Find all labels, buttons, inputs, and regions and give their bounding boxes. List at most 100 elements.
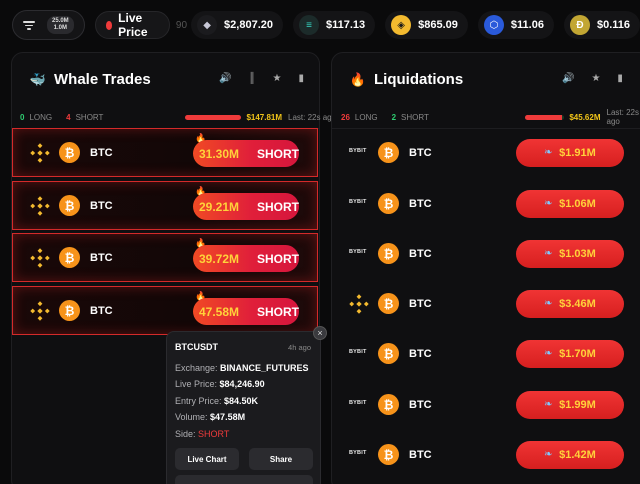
trade-size-badge[interactable]: 29.21M SHORT — [193, 193, 299, 220]
liq-amount-badge[interactable]: ❧ $1.99M — [516, 391, 624, 419]
trade-side: SHORT — [257, 199, 299, 214]
panel-title: Liquidations — [374, 71, 464, 88]
liquidation-row[interactable]: BYBIT ₿ BTC ❧ $1.42M — [332, 430, 640, 480]
popup-side-line: Side: SHORT — [175, 429, 229, 439]
ticker-sol[interactable]: ≡ $117.13 — [292, 11, 376, 39]
liquidation-row[interactable]: BYBIT ₿ BTC ❧ $1.91M — [332, 128, 640, 178]
bars-thin-icon[interactable]: ║ — [248, 73, 255, 84]
exchange-name: BYBIT — [349, 349, 367, 355]
liquidation-row[interactable]: BYBIT ₿ BTC ❧ $1.06M — [332, 179, 640, 229]
whale-trade-row[interactable]: ₿ BTC 🔥 29.21M SHORT — [12, 181, 318, 230]
trade-side: SHORT — [257, 251, 299, 266]
panel-toolbar: 🔊 ║ ★ ▮ — [219, 73, 304, 84]
liq-amount-badge[interactable]: ❧ $1.03M — [516, 240, 624, 268]
sound-icon[interactable]: 🔊 — [219, 73, 231, 84]
ticker-price: $865.09 — [418, 19, 458, 31]
liquidation-row[interactable]: BYBIT ₿ BTC ❧ $1.03M — [332, 229, 640, 279]
splash-icon: ❧ — [544, 248, 553, 259]
bitcoin-icon: ₿ — [378, 343, 399, 364]
liq-amount: $1.70M — [559, 348, 596, 360]
bitcoin-icon: ₿ — [378, 142, 399, 163]
liquidation-row[interactable]: BYBIT ₿ BTC ❧ $1.70M — [332, 329, 640, 379]
last-update: Last: 22s ago — [288, 112, 337, 122]
trade-side: SHORT — [257, 304, 299, 319]
bar-chart-icon[interactable]: ▮ — [299, 73, 305, 84]
ticker-doge[interactable]: Ð $0.116 — [563, 11, 640, 39]
volume-value: $47.58M — [210, 412, 246, 422]
ticker-price: $2,807.20 — [224, 19, 273, 31]
close-icon[interactable]: × — [313, 326, 327, 340]
liq-amount: $1.06M — [559, 198, 596, 210]
trade-size-badge[interactable]: 47.58M SHORT — [193, 298, 299, 325]
whale-trade-row[interactable]: ₿ BTC 🔥 47.58M SHORT — [12, 286, 318, 335]
popup-entry-line: Entry Price: $84.50K — [175, 396, 258, 406]
liq-symbol: BTC — [409, 348, 432, 360]
size-filter-values: 25.0M 1.0M — [47, 16, 74, 34]
live-value: $84,246.90 — [219, 379, 265, 389]
chainlink-icon: ⬡ — [483, 15, 504, 35]
liq-amount-badge[interactable]: ❧ $3.46M — [516, 290, 624, 318]
panel-title: Whale Trades — [54, 71, 151, 88]
live-price-toggle[interactable]: Live Price — [94, 11, 170, 39]
short-count: 4 — [66, 112, 71, 122]
star-icon[interactable]: ★ — [273, 73, 282, 84]
bitcoin-icon: ₿ — [378, 243, 399, 264]
share-button[interactable]: Share — [249, 448, 313, 470]
bitcoin-icon: ₿ — [59, 300, 80, 321]
liq-amount-badge[interactable]: ❧ $1.70M — [516, 340, 624, 368]
trade-size-badge[interactable]: 39.72M SHORT — [193, 245, 299, 272]
more-button[interactable] — [175, 475, 313, 484]
trade-amount: 29.21M — [199, 199, 240, 214]
bitcoin-icon: ₿ — [59, 142, 80, 163]
liq-amount-badge[interactable]: ❧ $1.42M — [516, 441, 624, 469]
bar-chart-icon[interactable]: ▮ — [617, 73, 623, 84]
star-icon[interactable]: ★ — [591, 73, 600, 84]
bnb-icon: ◈ — [391, 15, 412, 35]
liq-symbol: BTC — [409, 248, 432, 260]
size-filter-button[interactable]: 25.0M 1.0M — [12, 10, 85, 40]
ticker-overflow-text: 90 — [175, 19, 188, 31]
sound-icon[interactable]: 🔊 — [562, 73, 574, 84]
long-count: 26 — [341, 112, 350, 122]
ethereum-icon: ◆ — [197, 15, 218, 35]
live-chart-button[interactable]: Live Chart — [175, 448, 239, 470]
binance-icon — [30, 248, 50, 268]
splash-icon: ❧ — [544, 147, 553, 158]
trade-size-badge[interactable]: 31.30M SHORT — [193, 140, 299, 167]
liq-symbol: BTC — [409, 449, 432, 461]
liquidation-row[interactable]: ₿ BTC ❧ $3.46M — [332, 279, 640, 329]
bitcoin-icon: ₿ — [378, 444, 399, 465]
short-count: 2 — [391, 112, 397, 122]
splash-icon: ❧ — [544, 449, 553, 460]
ticker-bnb[interactable]: ◈ $865.09 — [385, 11, 468, 39]
liq-amount: $1.42M — [559, 449, 596, 461]
long-label: LONG — [354, 112, 378, 122]
panel-toolbar: 🔊 ★ ▮ — [562, 73, 623, 84]
liq-amount: $3.46M — [559, 298, 596, 310]
whale-trade-row[interactable]: ₿ BTC 🔥 39.72M SHORT — [12, 233, 318, 282]
total-value: $147.81M — [246, 112, 283, 122]
exchange-name: BYBIT — [349, 400, 367, 406]
liq-amount: $1.99M — [559, 399, 596, 411]
binance-icon — [30, 301, 50, 321]
fire-icon: 🔥 — [349, 71, 367, 87]
liq-amount-badge[interactable]: ❧ $1.06M — [516, 190, 624, 218]
liq-amount-badge[interactable]: ❧ $1.91M — [516, 139, 624, 167]
volume-label: Volume: — [175, 412, 208, 422]
liq-symbol: BTC — [409, 399, 432, 411]
liq-symbol: BTC — [409, 298, 432, 310]
liquidation-row[interactable]: BYBIT ₿ BTC ❧ $1.99M — [332, 380, 640, 430]
ticker-link[interactable]: ⬡ $11.06 — [477, 11, 554, 39]
exchange-name: BYBIT — [349, 199, 367, 205]
whale-trade-row[interactable]: ₿ BTC 🔥 31.30M SHORT — [12, 128, 318, 177]
bitcoin-icon: ₿ — [378, 394, 399, 415]
exchange-value: BINANCE_FUTURES — [220, 363, 309, 373]
popup-time: 4h ago — [288, 343, 311, 352]
trade-symbol: BTC — [90, 305, 113, 317]
exchange-name: BYBIT — [349, 450, 367, 456]
ticker-bar: 25.0M 1.0M Live Price 90 ◆ $2,807.20 ≡ $… — [0, 0, 640, 50]
liq-amount: $1.91M — [559, 147, 596, 159]
short-label: SHORT — [401, 112, 429, 122]
whale-trades-header: 🐳 Whale Trades — [30, 71, 151, 88]
ticker-eth[interactable]: ◆ $2,807.20 — [191, 11, 283, 39]
